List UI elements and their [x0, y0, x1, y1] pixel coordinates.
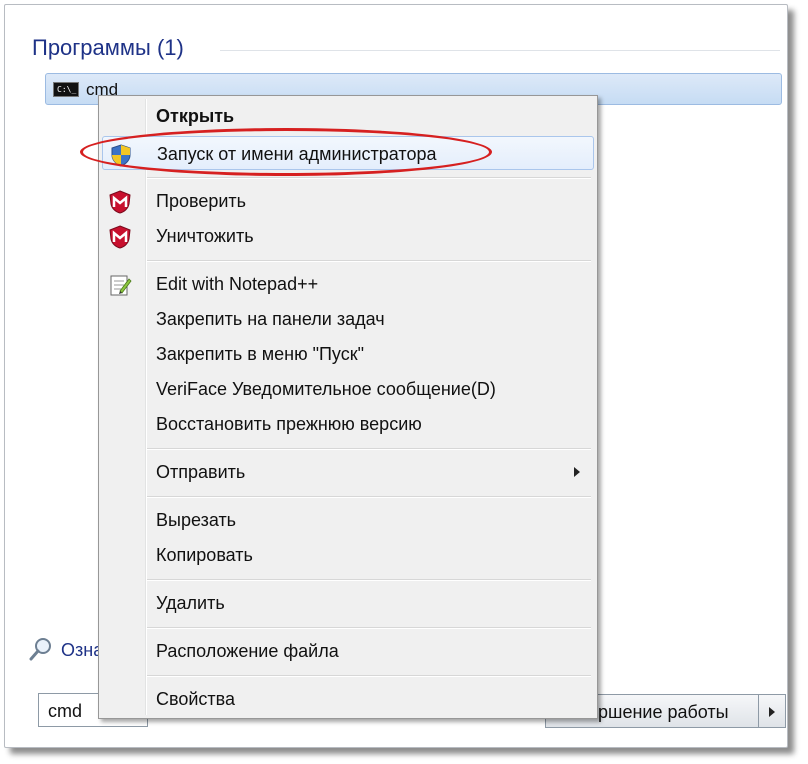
- menu-item-label: Отправить: [156, 462, 246, 482]
- menu-separator: [147, 627, 591, 629]
- menu-separator: [147, 496, 591, 498]
- triangle-right-icon: [769, 707, 775, 717]
- menu-separator: [147, 579, 591, 581]
- uac-shield-icon: [111, 144, 131, 167]
- menu-separator: [147, 448, 591, 450]
- menu-item-label: Закрепить на панели задач: [156, 309, 385, 329]
- menu-item-open[interactable]: Открыть: [102, 99, 594, 133]
- menu-item-label: Расположение файла: [156, 641, 339, 661]
- shutdown-label: ршение работы: [598, 702, 729, 722]
- menu-item-scan[interactable]: Проверить: [102, 184, 594, 218]
- search-input-value: cmd: [48, 701, 83, 721]
- menu-item-cut[interactable]: Вырезать: [102, 503, 594, 537]
- menu-item-label: Проверить: [156, 191, 247, 211]
- mcafee-shield-icon: [109, 190, 131, 214]
- menu-item-label: Вырезать: [156, 510, 237, 530]
- menu-item-restore-version[interactable]: Восстановить прежнюю версию: [102, 407, 594, 441]
- menu-item-label: Открыть: [156, 106, 235, 126]
- menu-item-label: Удалить: [156, 593, 225, 613]
- programs-section-title: Программы (1): [32, 35, 184, 60]
- mcafee-shield-icon: [109, 225, 131, 249]
- menu-item-label: Копировать: [156, 545, 253, 565]
- menu-item-label: Восстановить прежнюю версию: [156, 414, 422, 434]
- menu-item-properties[interactable]: Свойства: [102, 682, 594, 716]
- menu-item-label: Свойства: [156, 689, 236, 709]
- menu-item-copy[interactable]: Копировать: [102, 538, 594, 572]
- see-more-results-link[interactable]: Озна: [29, 637, 103, 668]
- menu-item-file-location[interactable]: Расположение файла: [102, 634, 594, 668]
- section-divider: [220, 50, 780, 51]
- cmd-icon-text: C:\_: [57, 85, 77, 94]
- menu-item-label: VeriFace Уведомительное сообщение(D): [156, 379, 496, 399]
- menu-item-delete[interactable]: Удалить: [102, 586, 594, 620]
- menu-item-veriface[interactable]: VeriFace Уведомительное сообщение(D): [102, 372, 594, 406]
- notepad-plus-plus-icon: [110, 275, 132, 296]
- menu-item-pin-taskbar[interactable]: Закрепить на панели задач: [102, 302, 594, 336]
- cmd-console-icon: C:\_: [53, 82, 79, 97]
- menu-item-edit-notepadpp[interactable]: Edit with Notepad++: [102, 267, 594, 301]
- menu-separator: [147, 260, 591, 262]
- shutdown-options-button[interactable]: [758, 694, 786, 728]
- menu-item-pin-start[interactable]: Закрепить в меню "Пуск": [102, 337, 594, 371]
- menu-item-label: Закрепить в меню "Пуск": [156, 344, 364, 364]
- submenu-arrow-icon: [574, 467, 580, 477]
- menu-separator: [147, 675, 591, 677]
- menu-item-send-to[interactable]: Отправить: [102, 455, 594, 489]
- menu-item-run-as-admin[interactable]: Запуск от имени администратора: [102, 136, 594, 170]
- menu-item-label: Запуск от имени администратора: [157, 144, 437, 164]
- menu-item-label: Уничтожить: [156, 226, 254, 246]
- context-menu: Открыть Запуск от имени администратора П…: [98, 95, 598, 719]
- magnifier-icon: [29, 638, 51, 661]
- menu-item-label: Edit with Notepad++: [156, 274, 319, 294]
- menu-item-shred[interactable]: Уничтожить: [102, 219, 594, 253]
- see-more-label: Озна: [61, 640, 104, 660]
- menu-separator: [147, 177, 591, 179]
